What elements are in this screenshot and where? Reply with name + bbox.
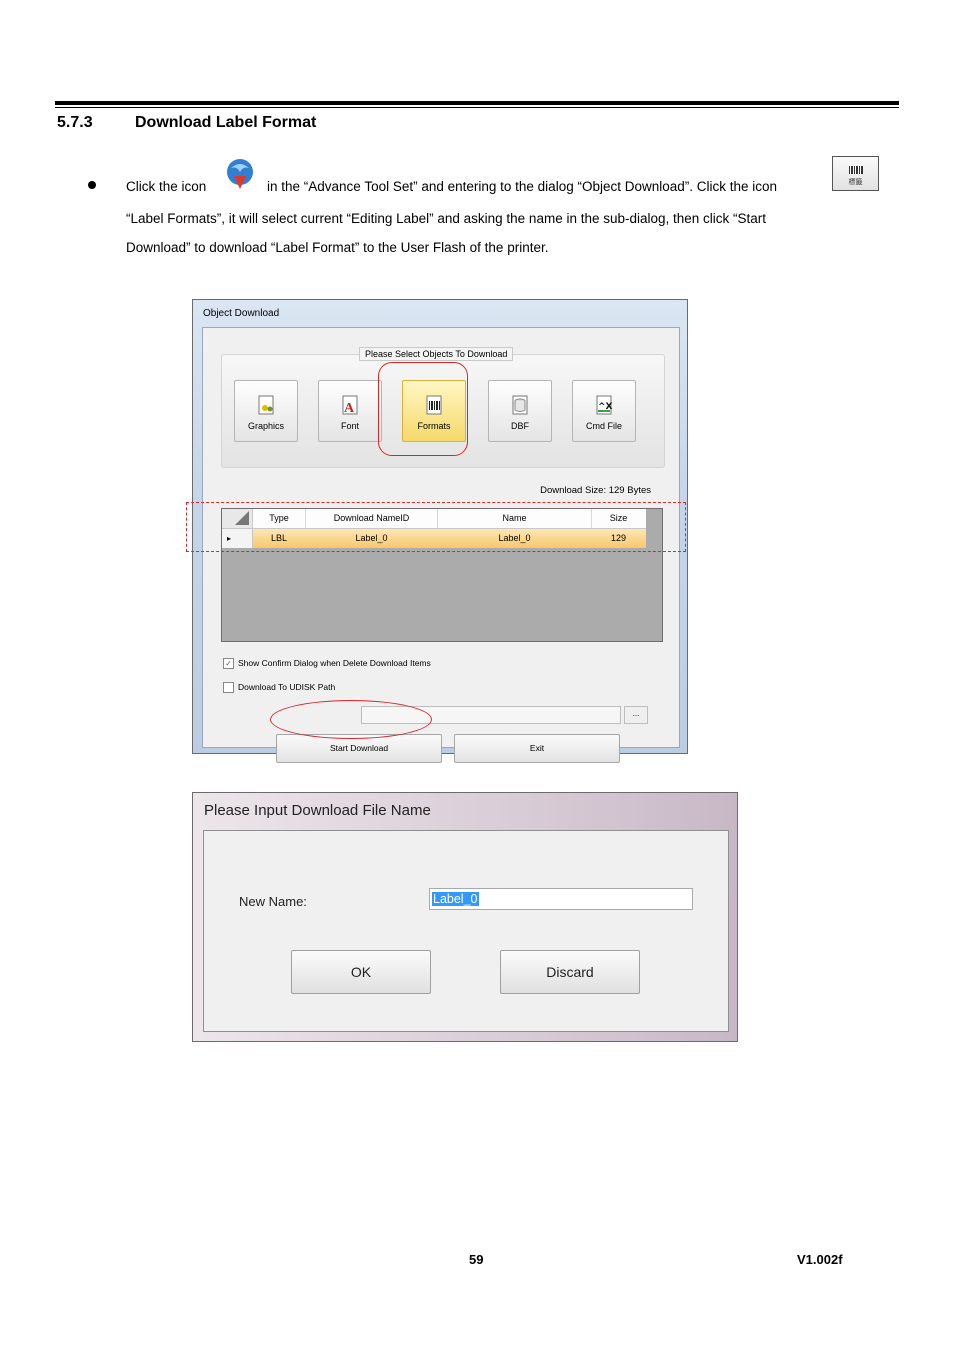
new-name-value: Label_0 xyxy=(432,892,479,906)
input-filename-dialog: Please Input Download File Name New Name… xyxy=(192,792,738,1042)
svg-text:A: A xyxy=(344,401,355,416)
database-icon xyxy=(512,395,528,415)
cmd-file-label: Cmd File xyxy=(585,421,622,431)
graphics-label: Graphics xyxy=(247,421,284,431)
section-number: 5.7.3 xyxy=(57,114,93,131)
para-line1-a: Click the icon xyxy=(126,179,207,194)
show-confirm-checkbox[interactable]: ✓ xyxy=(223,658,234,670)
label-formats-icon-caption: 標籤 xyxy=(848,179,863,186)
new-name-label: New Name: xyxy=(239,894,307,909)
cmd-file-button[interactable]: ^X Cmd File xyxy=(572,380,636,442)
browse-button[interactable]: ... xyxy=(624,706,648,724)
objects-group-caption: Please Select Objects To Download xyxy=(359,347,514,361)
udisk-label: Download To UDISK Path xyxy=(238,682,336,692)
header-rule-thick xyxy=(55,101,899,105)
label-formats-icon: 標籤 xyxy=(832,156,879,191)
ok-button[interactable]: OK xyxy=(291,950,431,994)
show-confirm-label: Show Confirm Dialog when Delete Download… xyxy=(238,658,431,668)
font-icon: A xyxy=(342,395,358,416)
discard-button[interactable]: Discard xyxy=(500,950,640,994)
dbf-label: DBF xyxy=(511,421,529,431)
show-confirm-option[interactable]: ✓ Show Confirm Dialog when Delete Downloa… xyxy=(223,658,431,670)
start-download-highlight-annotation xyxy=(270,700,432,739)
para-line2: “Label Formats”, it will select current … xyxy=(126,211,767,226)
bullet-dot xyxy=(88,181,96,189)
cmd-file-icon: ^X xyxy=(596,395,613,415)
input-dialog-title: Please Input Download File Name xyxy=(204,802,431,819)
section-title: Download Label Format xyxy=(135,114,317,131)
formats-highlight-annotation xyxy=(378,362,468,456)
page-number: 59 xyxy=(469,1252,484,1267)
new-name-input[interactable]: Label_0 xyxy=(429,888,693,910)
font-button[interactable]: A Font xyxy=(318,380,382,442)
download-size-text: Download Size: 129 Bytes xyxy=(540,485,651,496)
advance-tool-set-icon xyxy=(219,156,261,194)
dbf-button[interactable]: DBF xyxy=(488,380,552,442)
graphics-button[interactable]: Graphics xyxy=(234,380,298,442)
exit-button[interactable]: Exit xyxy=(454,734,620,763)
udisk-checkbox[interactable] xyxy=(223,682,234,694)
object-download-title: Object Download xyxy=(203,308,280,319)
udisk-option[interactable]: Download To UDISK Path xyxy=(223,682,336,694)
header-rule-thin xyxy=(55,107,899,108)
graphics-icon xyxy=(258,395,274,415)
para-line3: Download” to download “Label Format” to … xyxy=(126,240,549,255)
row-highlight-annotation xyxy=(186,502,686,552)
document-version: V1.002f xyxy=(797,1252,843,1267)
barcode-icon xyxy=(849,166,863,174)
para-line1-b: in the “Advance Tool Set” and entering t… xyxy=(267,179,778,194)
input-dialog-client: New Name: Label_0 OK Discard xyxy=(203,830,729,1032)
font-label: Font xyxy=(340,421,359,431)
